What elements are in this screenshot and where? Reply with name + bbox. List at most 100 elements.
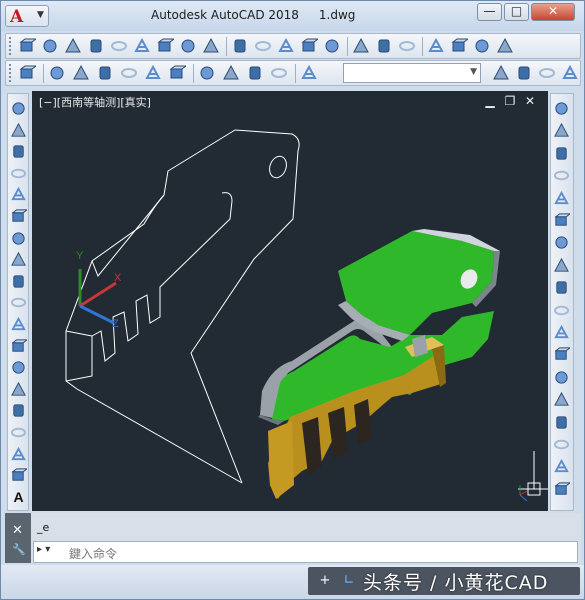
sphere-icon[interactable] bbox=[110, 37, 128, 55]
mini-ucs-icon bbox=[519, 485, 528, 502]
pyramid-icon[interactable] bbox=[179, 37, 197, 55]
line-icon[interactable] bbox=[10, 100, 27, 117]
stretch-icon[interactable] bbox=[553, 279, 570, 296]
revolve-icon[interactable] bbox=[300, 37, 318, 55]
navigation-icon[interactable] bbox=[492, 64, 510, 82]
ellipse-icon[interactable] bbox=[10, 294, 27, 311]
rotate-gizmo-icon[interactable] bbox=[450, 37, 468, 55]
ucs-icon: Y X Z bbox=[76, 250, 122, 330]
iso-se-icon[interactable] bbox=[222, 64, 240, 82]
torus-icon[interactable] bbox=[156, 37, 174, 55]
close-button[interactable]: ✕ bbox=[531, 3, 575, 21]
zoom-extents-icon[interactable] bbox=[561, 64, 579, 82]
intersect-icon[interactable] bbox=[398, 37, 416, 55]
minimize-button[interactable]: — bbox=[477, 3, 502, 21]
realistic-icon[interactable] bbox=[120, 64, 138, 82]
application-menu-button[interactable]: A ▼ bbox=[5, 5, 49, 27]
ortho-icon[interactable]: ∟ bbox=[340, 572, 358, 590]
rectangle-icon[interactable] bbox=[10, 186, 27, 203]
array-icon[interactable] bbox=[553, 190, 570, 207]
drawing-viewport[interactable]: [−][西南等轴测][真实] ▁ ❐ ✕ Y X Z bbox=[32, 91, 548, 511]
shaded-icon[interactable] bbox=[168, 64, 186, 82]
toolbar-grip[interactable] bbox=[9, 64, 12, 82]
toolbar-separator bbox=[295, 64, 296, 83]
break-icon[interactable] bbox=[553, 369, 570, 386]
fillet-icon[interactable] bbox=[553, 436, 570, 453]
revision-cloud-icon[interactable] bbox=[10, 251, 27, 268]
arc-icon[interactable] bbox=[10, 208, 27, 225]
cylinder-icon[interactable] bbox=[133, 37, 151, 55]
title-bar: A ▼ Autodesk AutoCAD 2018 1.dwg — □ ✕ bbox=[1, 1, 584, 31]
chamfer-icon[interactable] bbox=[553, 414, 570, 431]
2d-wireframe-icon[interactable] bbox=[48, 64, 66, 82]
polyline-icon[interactable] bbox=[10, 143, 27, 160]
multiline-text-icon[interactable]: A bbox=[10, 489, 27, 506]
extend-icon[interactable] bbox=[553, 324, 570, 341]
hidden-icon[interactable] bbox=[96, 64, 114, 82]
command-line[interactable]: ▸ ▾ 鍵入命令 bbox=[33, 541, 578, 563]
trim-icon[interactable] bbox=[553, 302, 570, 319]
toolbar-separator bbox=[43, 64, 44, 83]
hatch-icon[interactable] bbox=[10, 402, 27, 419]
erase-icon[interactable] bbox=[553, 100, 570, 117]
offset-icon[interactable] bbox=[553, 167, 570, 184]
rotate-icon[interactable] bbox=[553, 234, 570, 251]
ucs-icon[interactable] bbox=[515, 64, 533, 82]
mirror-icon[interactable] bbox=[553, 145, 570, 162]
command-window-handle[interactable]: ✕ 🔧 bbox=[5, 513, 31, 563]
wedge-icon[interactable] bbox=[64, 37, 82, 55]
extrude-icon[interactable] bbox=[231, 37, 249, 55]
polygon-icon[interactable] bbox=[10, 165, 27, 182]
polysolid-icon[interactable] bbox=[18, 37, 36, 55]
settings-icon[interactable]: 🔧 bbox=[12, 543, 26, 556]
blend-curves-icon[interactable] bbox=[553, 458, 570, 475]
sweep-icon[interactable] bbox=[277, 37, 295, 55]
draw-toolbar: A bbox=[7, 93, 29, 511]
cone-icon[interactable] bbox=[87, 37, 105, 55]
subtract-icon[interactable] bbox=[375, 37, 393, 55]
camera-icon[interactable] bbox=[300, 64, 318, 82]
chevron-down-icon: ▼ bbox=[470, 67, 477, 77]
grid-icon[interactable]: + bbox=[316, 572, 334, 590]
iso-sw-icon[interactable] bbox=[198, 64, 216, 82]
conceptual-icon[interactable] bbox=[144, 64, 162, 82]
command-prompt-icon[interactable]: ▸ ▾ bbox=[37, 544, 65, 560]
gradient-icon[interactable] bbox=[10, 424, 27, 441]
insert-block-icon[interactable] bbox=[10, 338, 27, 355]
3d-array-icon[interactable] bbox=[496, 37, 514, 55]
ucs-y-label: Y bbox=[76, 250, 84, 262]
layer-manager-icon[interactable] bbox=[18, 64, 36, 82]
point-icon[interactable] bbox=[10, 381, 27, 398]
circle-icon[interactable] bbox=[10, 230, 27, 247]
table-icon[interactable] bbox=[10, 467, 27, 484]
watermark-text: 头条号 / 小黄花CAD bbox=[363, 572, 549, 594]
move-gizmo-icon[interactable] bbox=[427, 37, 445, 55]
construction-line-icon[interactable] bbox=[10, 122, 27, 139]
explode-icon[interactable] bbox=[553, 481, 570, 498]
union-icon[interactable] bbox=[352, 37, 370, 55]
join-icon[interactable] bbox=[553, 391, 570, 408]
ellipse-arc-icon[interactable] bbox=[10, 316, 27, 333]
presspull-icon[interactable] bbox=[254, 37, 272, 55]
break-at-point-icon[interactable] bbox=[553, 346, 570, 363]
3d-wireframe-icon[interactable] bbox=[72, 64, 90, 82]
box-icon[interactable] bbox=[41, 37, 59, 55]
region-icon[interactable] bbox=[10, 446, 27, 463]
model-space-canvas: Y X Z bbox=[65, 129, 548, 502]
move-icon[interactable] bbox=[553, 212, 570, 229]
iso-nw-icon[interactable] bbox=[270, 64, 288, 82]
view-combo[interactable]: ▼ bbox=[343, 63, 481, 83]
spline-icon[interactable] bbox=[10, 273, 27, 290]
planar-surface-icon[interactable] bbox=[202, 37, 220, 55]
ucs-x-label: X bbox=[114, 272, 122, 284]
make-block-icon[interactable] bbox=[10, 359, 27, 376]
iso-ne-icon[interactable] bbox=[246, 64, 264, 82]
zoom-window-icon[interactable] bbox=[538, 64, 556, 82]
maximize-button[interactable]: □ bbox=[504, 3, 529, 21]
loft-icon[interactable] bbox=[323, 37, 341, 55]
copy-icon[interactable] bbox=[553, 122, 570, 139]
toolbar-grip[interactable] bbox=[9, 37, 12, 55]
scale-icon[interactable] bbox=[553, 257, 570, 274]
close-icon[interactable]: ✕ bbox=[12, 523, 23, 538]
3d-align-icon[interactable] bbox=[473, 37, 491, 55]
